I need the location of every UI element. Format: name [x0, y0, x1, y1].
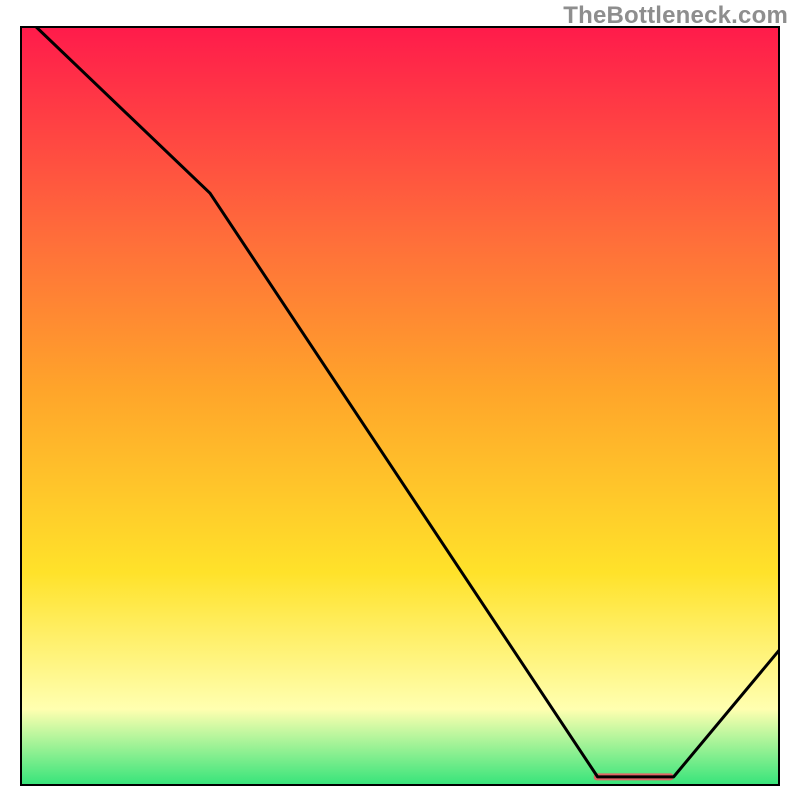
chart-container: TheBottleneck.com — [0, 0, 800, 800]
chart-svg — [20, 26, 780, 786]
plot-area — [20, 26, 780, 786]
gradient-background — [21, 27, 779, 785]
